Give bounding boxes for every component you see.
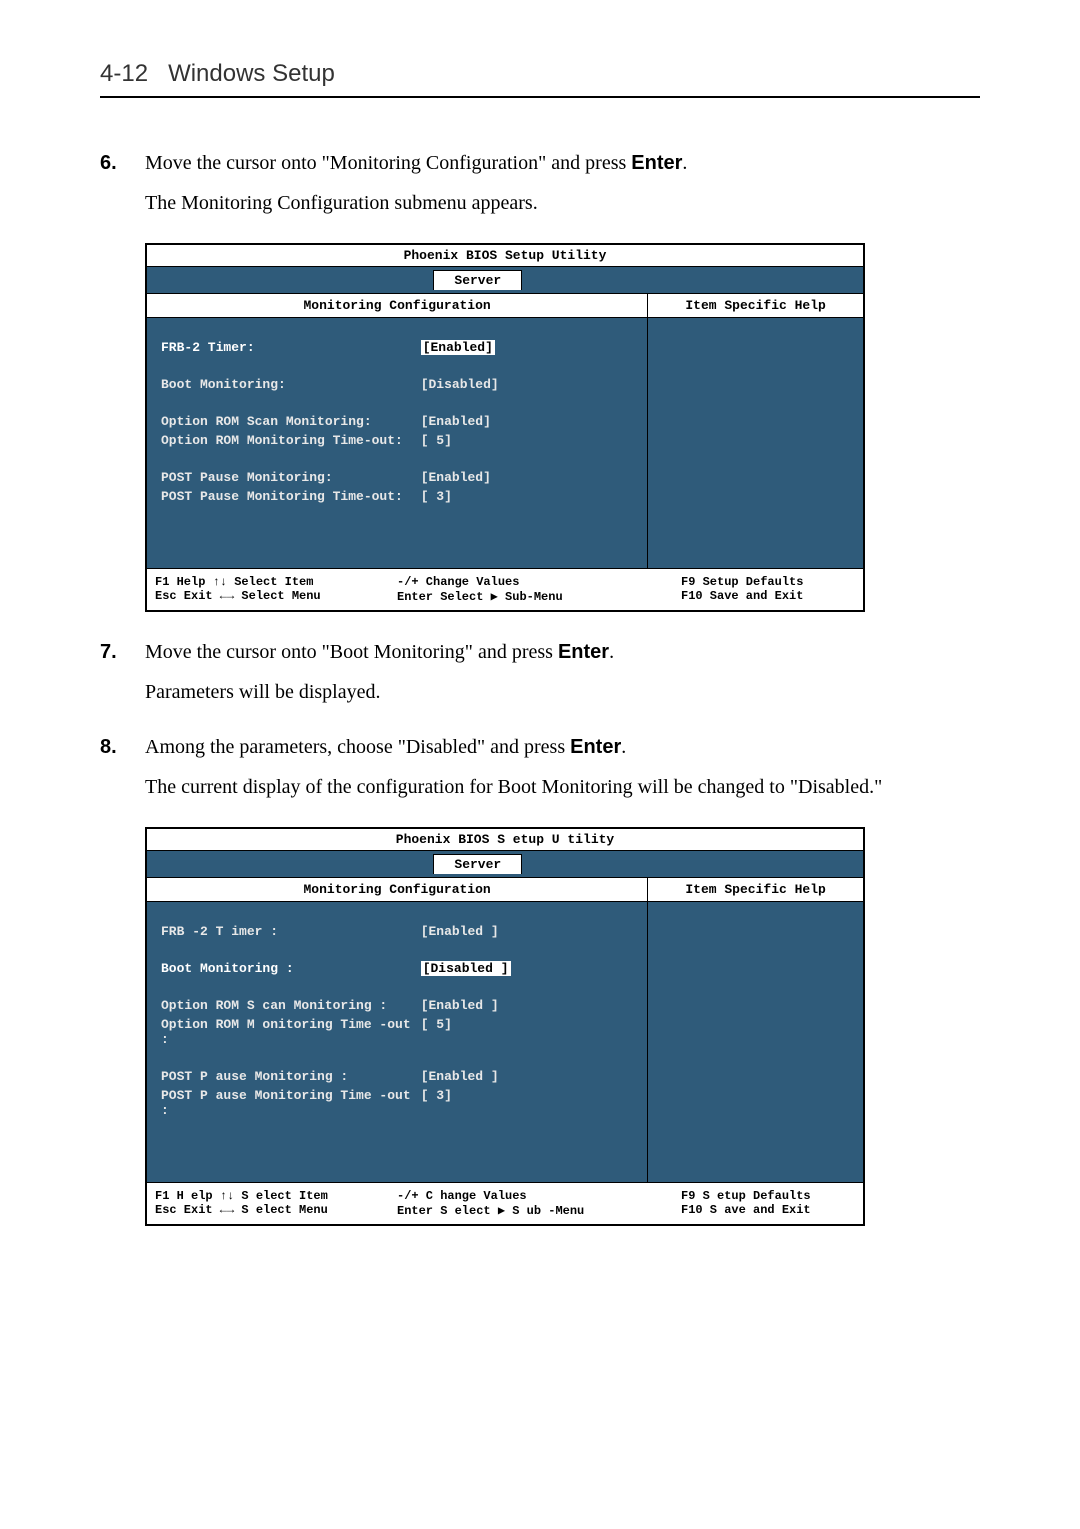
bios-footer: F1 H elp ↑↓ S elect Item Esc Exit ←→ S e… (147, 1183, 863, 1224)
page-header: 4-12 Windows Setup (100, 60, 980, 98)
bios-row-post-pause: POST P ause Monitoring : [Enabled ] (161, 1069, 633, 1084)
step-text: Among the parameters, choose "Disabled" … (145, 732, 980, 762)
bios-row-frb2: FRB-2 Timer: [Enabled] (161, 340, 633, 355)
bios-title: Phoenix BIOS S etup U tility (147, 829, 863, 851)
step-8-after: The current display of the configuration… (145, 772, 980, 802)
key-enter: Enter (631, 152, 682, 174)
bios-tab-row: Server (147, 267, 863, 294)
step-number: 7. (100, 637, 145, 667)
bios-screenshot-2: Phoenix BIOS S etup U tility Server Moni… (145, 827, 865, 1226)
bios-help-header: Item Specific Help (648, 294, 863, 318)
bios-row-option-rom-timeout: Option ROM Monitoring Time-out: [ 5] (161, 433, 633, 448)
bios-help-body (648, 902, 863, 1152)
bios-subheader: Monitoring Configuration (147, 294, 647, 318)
bios-value-selected: [Enabled] (421, 340, 495, 355)
step-8: 8. Among the parameters, choose "Disable… (100, 732, 980, 762)
bios-tab-row: Server (147, 851, 863, 878)
bios-row-boot-monitoring: Boot Monitoring: [Disabled] (161, 377, 633, 392)
bios-row-option-rom-timeout: Option ROM M onitoring Time -out : [ 5] (161, 1017, 633, 1047)
bios-title: Phoenix BIOS Setup Utility (147, 245, 863, 267)
step-text: Move the cursor onto "Boot Monitoring" a… (145, 637, 980, 667)
step-number: 8. (100, 732, 145, 762)
step-6: 6. Move the cursor onto "Monitoring Conf… (100, 148, 980, 178)
bios-row-boot-monitoring: Boot Monitoring : [Disabled ] (161, 961, 633, 976)
bios-tab-server: Server (433, 854, 522, 874)
bios-settings: FRB-2 Timer: [Enabled] Boot Monitoring: … (147, 318, 647, 568)
bios-help-header: Item Specific Help (648, 878, 863, 902)
bios-row-frb2: FRB -2 T imer : [Enabled ] (161, 924, 633, 939)
bios-screenshot-1: Phoenix BIOS Setup Utility Server Monito… (145, 243, 865, 612)
bios-footer: F1 Help ↑↓ Select Item Esc Exit ←→ Selec… (147, 569, 863, 610)
key-enter: Enter (558, 641, 609, 663)
bios-row-option-rom-scan: Option ROM S can Monitoring : [Enabled ] (161, 998, 633, 1013)
bios-value-selected: [Disabled ] (421, 961, 511, 976)
bios-row-option-rom-scan: Option ROM Scan Monitoring: [Enabled] (161, 414, 633, 429)
bios-settings: FRB -2 T imer : [Enabled ] Boot Monitori… (147, 902, 647, 1182)
key-enter: Enter (570, 736, 621, 758)
step-text: Move the cursor onto "Monitoring Configu… (145, 148, 980, 178)
step-7: 7. Move the cursor onto "Boot Monitoring… (100, 637, 980, 667)
step-7-after: Parameters will be displayed. (145, 677, 980, 707)
page-number: 4-12 (100, 60, 148, 87)
bios-row-post-pause-timeout: POST P ause Monitoring Time -out : [ 3] (161, 1088, 633, 1118)
step-6-after: The Monitoring Configuration submenu app… (145, 188, 980, 218)
bios-row-post-pause-timeout: POST Pause Monitoring Time-out: [ 3] (161, 489, 633, 504)
page-section: Windows Setup (168, 60, 335, 87)
bios-subheader: Monitoring Configuration (147, 878, 647, 902)
step-number: 6. (100, 148, 145, 178)
bios-tab-server: Server (433, 270, 522, 290)
bios-row-post-pause: POST Pause Monitoring: [Enabled] (161, 470, 633, 485)
bios-help-body (648, 318, 863, 568)
